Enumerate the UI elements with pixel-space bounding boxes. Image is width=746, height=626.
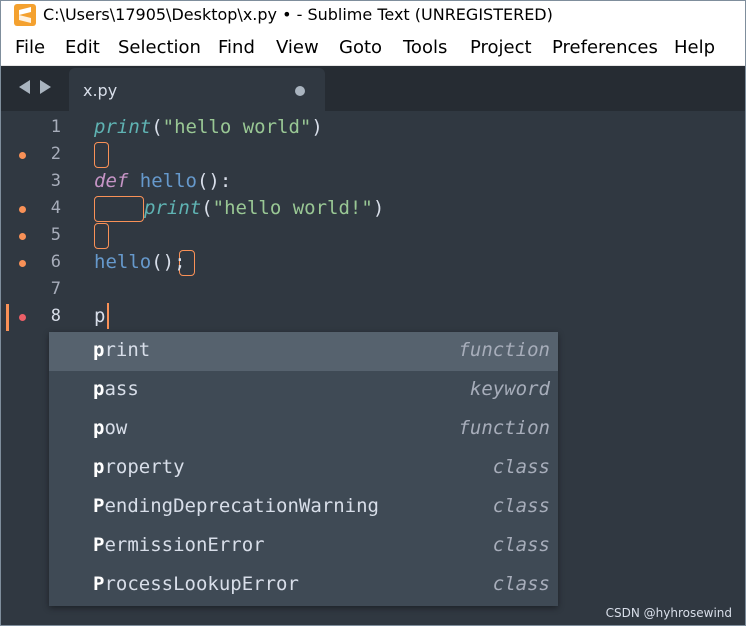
line-number: 6 bbox=[50, 252, 61, 272]
menu-edit[interactable]: Edit bbox=[65, 37, 100, 58]
completion-kind: class bbox=[492, 456, 550, 478]
whitespace-marker bbox=[94, 142, 109, 168]
error-line-icon bbox=[19, 314, 26, 321]
completion-name: PermissionError bbox=[93, 534, 265, 556]
tab-label: x.py bbox=[83, 81, 118, 100]
modified-line-icon bbox=[19, 233, 26, 240]
code-text: print("hello world") bbox=[94, 116, 323, 138]
completion-name: property bbox=[93, 456, 185, 478]
code-text: hello(); bbox=[94, 251, 186, 273]
autocomplete-item[interactable]: PendingDeprecationWarning class bbox=[49, 488, 558, 527]
autocomplete-item[interactable]: pow function bbox=[49, 410, 558, 449]
code-line-current: 8 p bbox=[1, 304, 745, 331]
line-number: 1 bbox=[50, 117, 61, 137]
menu-goto[interactable]: Goto bbox=[339, 37, 382, 58]
menu-preferences[interactable]: Preferences bbox=[552, 37, 658, 58]
completion-name: pow bbox=[93, 417, 128, 439]
code-text: p bbox=[94, 305, 106, 327]
line-number: 3 bbox=[50, 171, 61, 191]
menu-find[interactable]: Find bbox=[218, 37, 255, 58]
code-line: 3 def hello(): bbox=[1, 169, 745, 196]
whitespace-marker bbox=[94, 223, 109, 249]
menu-help[interactable]: Help bbox=[674, 37, 715, 58]
sublime-text-icon bbox=[14, 4, 36, 26]
text-cursor bbox=[107, 303, 109, 329]
completion-name: print bbox=[93, 339, 151, 361]
line-number: 4 bbox=[50, 198, 61, 218]
tab-bar: x.py bbox=[1, 66, 745, 111]
modified-line-icon bbox=[19, 260, 26, 267]
completion-kind: function bbox=[458, 417, 550, 439]
modified-line-icon bbox=[19, 206, 26, 213]
code-line: 1 print("hello world") bbox=[1, 115, 745, 142]
autocomplete-item[interactable]: PermissionError class bbox=[49, 527, 558, 566]
code-line: 4 print("hello world!") bbox=[1, 196, 745, 223]
completion-name: PendingDeprecationWarning bbox=[93, 495, 379, 517]
tab-scroll-right-icon[interactable] bbox=[40, 80, 51, 94]
menu-file[interactable]: File bbox=[15, 37, 45, 58]
completion-kind: class bbox=[492, 534, 550, 556]
autocomplete-item[interactable]: property class bbox=[49, 449, 558, 488]
line-number: 5 bbox=[50, 225, 61, 245]
completion-kind: function bbox=[458, 339, 550, 361]
window-title: C:\Users\17905\Desktop\x.py • - Sublime … bbox=[43, 5, 553, 24]
code-line: 6 hello(); bbox=[1, 250, 745, 277]
watermark: CSDN @hyhrosewind bbox=[605, 606, 732, 620]
menu-project[interactable]: Project bbox=[470, 37, 532, 58]
line-number: 8 bbox=[50, 306, 61, 326]
line-number: 2 bbox=[50, 144, 61, 164]
code-line: 7 bbox=[1, 277, 745, 304]
unsaved-dot-icon[interactable] bbox=[295, 86, 305, 96]
code-text: print("hello world!") bbox=[144, 197, 385, 219]
tab-scroll-left-icon[interactable] bbox=[19, 80, 30, 94]
menu-bar: File Edit Selection Find View Goto Tools… bbox=[1, 31, 745, 66]
completion-name: pass bbox=[93, 378, 139, 400]
title-bar: C:\Users\17905\Desktop\x.py • - Sublime … bbox=[1, 1, 745, 31]
line-number: 7 bbox=[50, 279, 61, 299]
completion-kind: class bbox=[492, 495, 550, 517]
autocomplete-item[interactable]: pass keyword bbox=[49, 371, 558, 410]
whitespace-marker bbox=[94, 196, 144, 222]
menu-selection[interactable]: Selection bbox=[118, 37, 201, 58]
tab-x-py[interactable]: x.py bbox=[69, 68, 325, 111]
autocomplete-popup: print function pass keyword pow function… bbox=[49, 332, 558, 606]
current-line-marker bbox=[6, 304, 9, 331]
completion-name: ProcessLookupError bbox=[93, 573, 299, 595]
autocomplete-item[interactable]: print function bbox=[49, 332, 558, 371]
completion-kind: keyword bbox=[469, 378, 550, 400]
menu-tools[interactable]: Tools bbox=[403, 37, 447, 58]
autocomplete-item[interactable]: ProcessLookupError class bbox=[49, 566, 558, 605]
modified-line-icon bbox=[19, 152, 26, 159]
code-line: 5 bbox=[1, 223, 745, 250]
completion-kind: class bbox=[492, 573, 550, 595]
code-text: def hello(): bbox=[94, 170, 232, 192]
menu-view[interactable]: View bbox=[276, 37, 319, 58]
code-line: 2 bbox=[1, 142, 745, 169]
